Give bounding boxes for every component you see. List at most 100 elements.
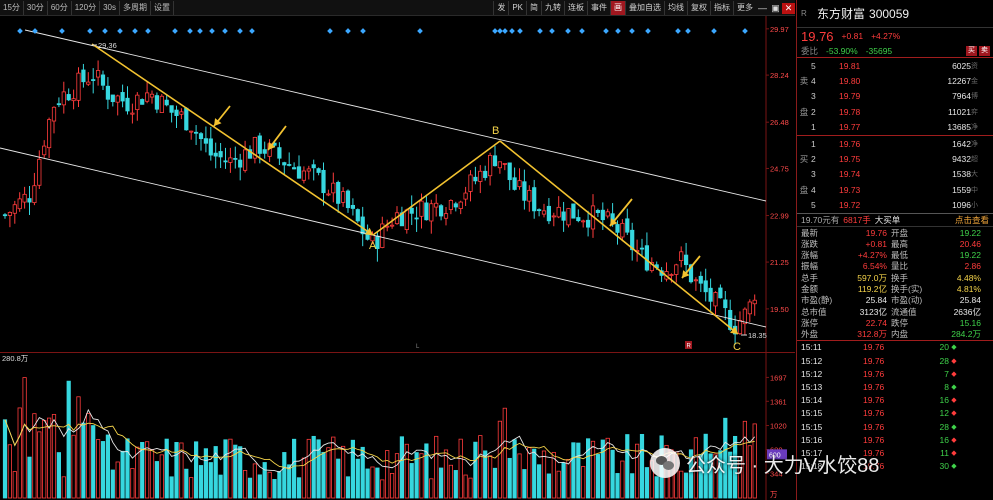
volume-bar[interactable] xyxy=(208,462,213,499)
candle-body[interactable] xyxy=(556,206,561,218)
volume-bar[interactable] xyxy=(22,377,27,499)
period-button[interactable]: 15分 xyxy=(0,0,24,15)
tool-button[interactable]: 发 xyxy=(493,1,508,15)
volume-bar[interactable] xyxy=(169,476,174,499)
candle-body[interactable] xyxy=(242,149,248,171)
candle-body[interactable] xyxy=(723,299,728,309)
asks-row[interactable]: 盘 2 19.78 11021 弈 xyxy=(797,104,993,119)
candle-body[interactable] xyxy=(507,162,512,181)
candle-body[interactable] xyxy=(389,224,395,227)
candle-body[interactable] xyxy=(424,202,429,221)
volume-bar[interactable] xyxy=(468,477,473,499)
candle-body[interactable] xyxy=(37,158,42,186)
event-diamond-icon[interactable] xyxy=(237,28,243,34)
tool-button[interactable]: 更多 xyxy=(733,1,756,15)
candle-body[interactable] xyxy=(718,287,723,299)
candle-body[interactable] xyxy=(198,133,204,140)
event-diamond-icon[interactable] xyxy=(249,28,255,34)
volume-bar[interactable] xyxy=(576,442,581,499)
tool-button[interactable]: 均线 xyxy=(664,1,687,15)
stock-name[interactable]: 东方财富 xyxy=(817,5,865,22)
candle-body[interactable] xyxy=(605,211,610,217)
volume-bar[interactable] xyxy=(620,460,625,499)
candle-body[interactable] xyxy=(581,220,586,223)
candle-body[interactable] xyxy=(527,189,532,202)
volume-bar[interactable] xyxy=(115,461,120,499)
event-diamond-icon[interactable] xyxy=(145,28,151,34)
candle-body[interactable] xyxy=(262,149,267,154)
pattern-line[interactable] xyxy=(499,140,739,335)
volume-bar[interactable] xyxy=(355,458,360,499)
candle-body[interactable] xyxy=(27,198,32,203)
volume-bar[interactable] xyxy=(443,449,449,499)
volume-bar[interactable] xyxy=(385,450,390,499)
candle-body[interactable] xyxy=(615,224,620,233)
candle-body[interactable] xyxy=(458,201,463,210)
event-diamond-icon[interactable] xyxy=(87,28,93,34)
candle-body[interactable] xyxy=(257,135,262,154)
volume-bar[interactable] xyxy=(32,413,37,499)
volume-bar[interactable] xyxy=(120,450,125,499)
candle-body[interactable] xyxy=(105,85,110,100)
candle-body[interactable] xyxy=(22,193,27,203)
volume-bar[interactable] xyxy=(635,443,640,499)
volume-bar[interactable] xyxy=(590,440,596,499)
tool-button[interactable]: 指标 xyxy=(710,1,733,15)
pattern-line[interactable] xyxy=(372,140,501,236)
candle-body[interactable] xyxy=(86,81,91,85)
volume-bar[interactable] xyxy=(654,476,659,499)
tool-button[interactable]: 简 xyxy=(526,1,541,15)
event-diamond-icon[interactable] xyxy=(345,28,351,34)
candle-body[interactable] xyxy=(189,130,194,133)
candle-body[interactable] xyxy=(708,287,713,302)
candle-body[interactable] xyxy=(600,209,605,221)
volume-bar[interactable] xyxy=(345,476,351,499)
event-diamond-icon[interactable] xyxy=(565,28,571,34)
event-diamond-icon[interactable] xyxy=(417,28,423,34)
volume-bar[interactable] xyxy=(257,474,262,499)
candle-body[interactable] xyxy=(233,158,238,160)
candle-body[interactable] xyxy=(483,170,488,178)
volume-bar[interactable] xyxy=(91,425,96,499)
event-diamond-icon[interactable] xyxy=(615,28,621,34)
volume-bar[interactable] xyxy=(350,439,356,499)
candle-body[interactable] xyxy=(140,99,145,105)
candle-body[interactable] xyxy=(81,69,86,83)
candle-body[interactable] xyxy=(76,72,81,101)
event-diamond-icon[interactable] xyxy=(17,28,23,34)
volume-bar[interactable] xyxy=(448,464,454,499)
volume-bar[interactable] xyxy=(42,419,47,499)
candle-body[interactable] xyxy=(468,174,473,192)
volume-bar[interactable] xyxy=(184,468,189,499)
kline-chart[interactable]: 29.97 28.24 26.48 24.75 22.99 21.25 19.50 A B C 29… xyxy=(0,16,795,353)
volume-bar[interactable] xyxy=(198,465,204,499)
volume-bar[interactable] xyxy=(517,453,522,499)
candle-body[interactable] xyxy=(586,219,591,228)
volume-bar[interactable] xyxy=(262,462,267,499)
candle-body[interactable] xyxy=(350,204,356,209)
volume-bar[interactable] xyxy=(296,477,302,499)
volume-bar[interactable] xyxy=(223,439,228,499)
candle-body[interactable] xyxy=(291,167,297,170)
tick-row[interactable]: 15:16 19.76 16 ◆ xyxy=(797,433,993,446)
volume-bar[interactable] xyxy=(164,438,169,499)
event-diamond-icon[interactable] xyxy=(675,28,681,34)
tick-row[interactable]: 15:12 19.76 7 ◆ xyxy=(797,367,993,380)
candle-body[interactable] xyxy=(595,210,601,214)
volume-bar[interactable] xyxy=(566,458,571,499)
candle-body[interactable] xyxy=(546,205,552,222)
candle-body[interactable] xyxy=(311,164,316,169)
volume-bar[interactable] xyxy=(326,447,331,499)
volume-bar[interactable] xyxy=(282,452,287,499)
volume-bar[interactable] xyxy=(154,461,159,499)
candle-body[interactable] xyxy=(203,138,208,144)
candle-body[interactable] xyxy=(223,160,228,163)
tool-button[interactable]: 复权 xyxy=(687,1,710,15)
candle-body[interactable] xyxy=(487,154,493,177)
event-diamond-icon[interactable] xyxy=(603,28,609,34)
event-diamond-icon[interactable] xyxy=(102,28,108,34)
asks-row[interactable]: 5 19.81 6025 资 xyxy=(797,58,993,73)
volume-bar[interactable] xyxy=(586,438,591,499)
candle-body[interactable] xyxy=(115,95,120,103)
volume-bar[interactable] xyxy=(7,444,12,499)
